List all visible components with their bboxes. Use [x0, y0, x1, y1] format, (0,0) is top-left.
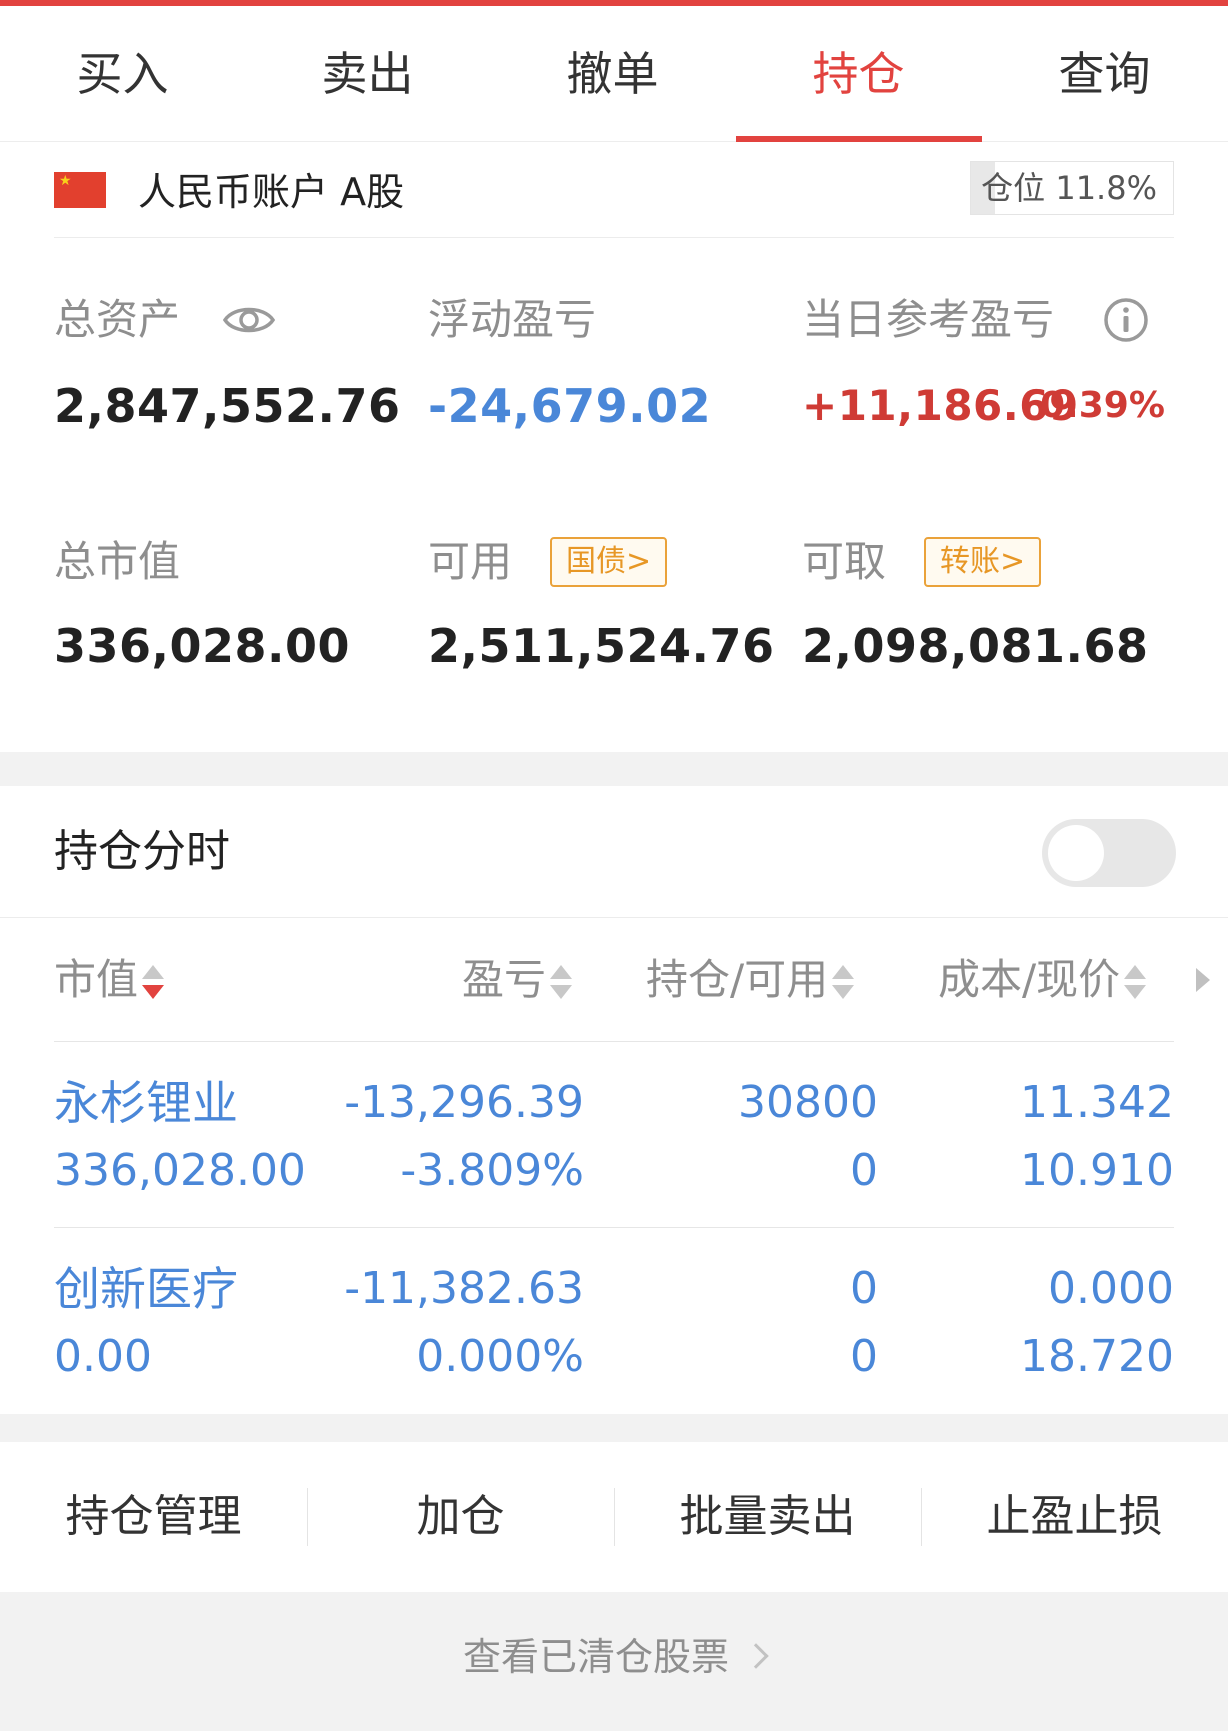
market-value-value: 336,028.00 — [54, 619, 351, 673]
footer: 查看已清仓股票 — [0, 1592, 1228, 1731]
stock-market-value: 0.00 — [54, 1331, 152, 1382]
tab-query[interactable]: 查询 — [982, 6, 1227, 142]
floating-pnl-label: 浮动盈亏 — [428, 295, 597, 344]
add-position-button[interactable]: 加仓 — [307, 1442, 614, 1592]
table-row[interactable]: 永杉锂业 336,028.00 -13,296.39 -3.809% 30800… — [54, 1042, 1174, 1228]
header-market-value-label: 市值 — [54, 955, 139, 1004]
active-tab-indicator — [736, 136, 982, 142]
tab-buy[interactable]: 买入 — [0, 6, 245, 142]
stock-cost: 11.342 — [1020, 1077, 1174, 1128]
total-assets-label: 总资产 — [54, 295, 181, 344]
stock-pnl: -13,296.39 — [344, 1077, 584, 1128]
info-icon[interactable] — [1102, 296, 1150, 344]
batch-sell-button[interactable]: 批量卖出 — [614, 1442, 921, 1592]
stock-cost: 0.000 — [1048, 1263, 1174, 1314]
table-row[interactable]: 创新医疗 0.00 -11,382.63 0.000% 0 0 0.000 18… — [54, 1228, 1174, 1414]
floating-pnl-value: -24,679.02 — [428, 379, 712, 433]
daily-pnl-percent: 0.39% — [1040, 385, 1165, 426]
market-value-label: 总市值 — [54, 537, 181, 586]
stock-holding: 0 — [850, 1263, 878, 1314]
stock-price: 18.720 — [1020, 1331, 1174, 1382]
daily-pnl-value: +11,186.69 — [802, 381, 1079, 430]
china-flag-icon: ★ — [54, 172, 106, 208]
sort-icon — [550, 963, 574, 1003]
header-holding-available[interactable]: 持仓/可用 — [646, 950, 856, 1010]
section-separator — [0, 1414, 1228, 1442]
stock-pnl-percent: -3.809% — [400, 1145, 584, 1196]
stock-available: 0 — [850, 1145, 878, 1196]
treasury-bond-tag[interactable]: 国债> — [550, 537, 668, 587]
stock-available: 0 — [850, 1331, 878, 1382]
header-pnl[interactable]: 盈亏 — [462, 950, 574, 1010]
header-holding-available-label: 持仓/可用 — [646, 955, 829, 1004]
manage-holdings-button[interactable]: 持仓管理 — [0, 1442, 307, 1592]
toggle-knob — [1048, 825, 1104, 881]
header-pnl-label: 盈亏 — [462, 955, 547, 1004]
available-value: 2,511,524.76 — [428, 619, 775, 673]
stock-pnl-percent: 0.000% — [416, 1331, 584, 1382]
trade-tabs: 买入 卖出 撤单 持仓 查询 — [0, 6, 1228, 142]
eye-icon[interactable] — [222, 298, 276, 342]
sort-icon — [832, 963, 856, 1003]
view-cleared-stocks-label: 查看已清仓股票 — [462, 1635, 729, 1679]
holdings-timeshare-title: 持仓分时 — [54, 826, 230, 877]
stock-holding: 30800 — [738, 1077, 878, 1128]
holdings-timeshare-row: 持仓分时 — [0, 786, 1228, 918]
header-cost-price[interactable]: 成本/现价 — [938, 950, 1148, 1010]
account-row[interactable]: ★ 人民币账户 A股 仓位 11.8% — [54, 150, 1174, 238]
header-cost-price-label: 成本/现价 — [938, 955, 1121, 1004]
position-ratio-label: 仓位 11.8% — [981, 169, 1157, 207]
withdrawable-label: 可取 — [802, 537, 887, 586]
transfer-tag[interactable]: 转账> — [924, 537, 1042, 587]
tab-cancel[interactable]: 撤单 — [490, 6, 735, 142]
holdings-table-header: 市值 盈亏 持仓/可用 成本/现价 — [0, 918, 1228, 1042]
tab-holdings[interactable]: 持仓 — [736, 6, 981, 142]
daily-pnl-label: 当日参考盈亏 — [802, 295, 1055, 344]
sort-icon — [1124, 963, 1148, 1003]
view-cleared-stocks-link[interactable]: 查看已清仓股票 — [0, 1592, 1228, 1731]
header-market-value[interactable]: 市值 — [54, 950, 166, 1010]
stock-name: 永杉锂业 — [54, 1076, 238, 1130]
stock-name: 创新医疗 — [54, 1262, 238, 1316]
withdrawable-value: 2,098,081.68 — [802, 619, 1149, 673]
available-label: 可用 — [428, 537, 513, 586]
stock-market-value: 336,028.00 — [54, 1145, 306, 1196]
stock-pnl: -11,382.63 — [344, 1263, 584, 1314]
scroll-right-arrow-icon[interactable] — [1196, 968, 1210, 992]
holdings-actions-bar: 持仓管理 加仓 批量卖出 止盈止损 — [0, 1442, 1228, 1592]
total-assets-value: 2,847,552.76 — [54, 379, 401, 433]
stock-price: 10.910 — [1020, 1145, 1174, 1196]
chevron-right-icon — [743, 1642, 769, 1669]
holdings-timeshare-toggle[interactable] — [1042, 819, 1176, 887]
tab-sell[interactable]: 卖出 — [245, 6, 490, 142]
section-separator — [0, 752, 1228, 786]
account-name: 人民币账户 A股 — [138, 170, 405, 214]
sort-icon — [142, 963, 166, 1003]
take-profit-stop-loss-button[interactable]: 止盈止损 — [921, 1442, 1228, 1592]
position-ratio-badge: 仓位 11.8% — [970, 161, 1174, 215]
